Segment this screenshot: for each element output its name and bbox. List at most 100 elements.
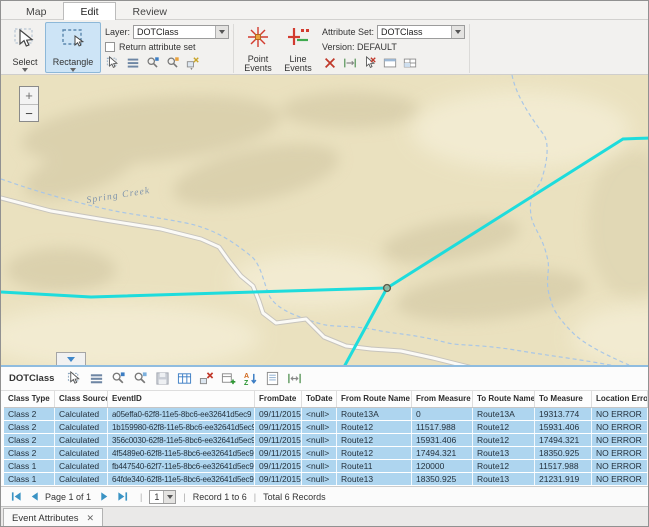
table-cell: 17494.321 [412,447,473,459]
switch-table-icon[interactable] [174,369,194,389]
zoom-in-button[interactable]: + [20,87,38,104]
zoom-out-button[interactable]: − [20,104,38,121]
chevron-down-icon [70,68,76,72]
table-row[interactable]: Class 2Calculated1b159980-62f8-11e5-8bc6… [4,421,649,434]
table-cell: Class 2 [4,434,55,446]
table-cell: NO ERROR [592,447,648,459]
chevron-down-icon [163,491,175,503]
table-cell: Route11 [337,460,412,472]
delete-event-icon[interactable] [322,55,338,71]
total-records-label: Total 6 Records [263,492,326,502]
return-attribute-set-checkbox[interactable] [105,42,115,52]
sort-icon[interactable]: AZ [240,369,260,389]
ribbon-tab-map[interactable]: Map [9,2,63,20]
column-header[interactable]: Class Source [55,391,108,407]
column-header[interactable]: Location Error [592,391,648,407]
table-cell: Route12 [473,421,535,433]
table-row[interactable]: Class 2Calculated4f5489e0-62f8-11e5-8bc6… [4,447,649,460]
chevron-down-icon[interactable] [451,26,464,38]
table-cell: 09/11/2015 [255,460,302,472]
table-cell: 15931.406 [535,421,592,433]
column-header[interactable]: ToDate [302,391,337,407]
column-header[interactable]: Class Type [4,391,55,407]
layer-value: DOTClass [134,27,215,37]
selection-list-icon[interactable] [125,55,141,71]
table-cell: 09/11/2015 [255,421,302,433]
line-events-icon [286,25,310,54]
layer-combobox[interactable]: DOTClass [133,25,229,39]
attribute-set-combobox[interactable]: DOTClass [377,25,465,39]
column-header[interactable]: EventID [108,391,255,407]
table-cell: 18350.925 [535,447,592,459]
table-pager: Page 1 of 1 | 1 | Record 1 to 6 | Total … [1,486,649,506]
next-page-button[interactable] [97,491,111,503]
column-header[interactable]: FromDate [255,391,302,407]
pan-to-selected-icon[interactable] [130,369,150,389]
tab-event-attributes[interactable]: Event Attributes ✕ [3,508,103,527]
panel-collapse-button[interactable] [56,352,86,365]
table-row[interactable]: Class 2Calculateda05effa0-62f8-11e5-8bc6… [4,408,649,421]
last-page-button[interactable] [115,491,129,503]
table-row[interactable]: Class 2Calculated356c0030-62f8-11e5-8bc6… [4,434,649,447]
clear-table-selection-icon[interactable] [196,369,216,389]
select-button[interactable]: Select [5,22,45,73]
table-cell: 120000 [412,460,473,472]
collapse-arrow-icon [67,357,75,362]
column-header[interactable]: From Measure [412,391,473,407]
table-row[interactable]: Class 1Calculatedfb447540-62f7-11e5-8bc6… [4,460,649,473]
ribbon-tab-review[interactable]: Review [116,2,184,20]
table-cell: Class 2 [4,408,55,420]
record-range-label: Record 1 to 6 [193,492,247,502]
event-grid-icon[interactable] [402,55,418,71]
ribbon-toolbar: Select Rectangle Layer: DOTClass [1,20,648,74]
table-cell: 17494.321 [535,434,592,446]
table-cell: Route12 [337,434,412,446]
tab-event-attributes-label: Event Attributes [12,513,79,524]
page-number-value: 1 [150,492,163,502]
column-header[interactable]: To Route Name [473,391,535,407]
attribute-window-icon[interactable] [382,55,398,71]
table-cell: Route12 [473,434,535,446]
select-event-icon[interactable] [362,55,378,71]
table-cell: fb447540-62f7-11e5-8bc6-ee32641d5ec9 [108,460,255,472]
table-cell: Class 2 [4,421,55,433]
select-features-icon[interactable] [105,55,121,71]
edit-events-group: Point Events Line Events Attribute Set: … [238,22,465,74]
line-events-button[interactable]: Line Events [278,22,318,74]
table-cell: <null> [302,460,337,472]
point-events-icon [246,25,270,54]
table-cell: Class 1 [4,460,55,472]
ribbon-tab-edit[interactable]: Edit [63,2,115,20]
select-tool-icon[interactable] [64,369,84,389]
pan-to-selection-icon[interactable] [165,55,181,71]
page-number-dropdown[interactable]: 1 [149,490,176,504]
clear-selection-icon[interactable] [185,55,201,71]
column-header[interactable]: To Measure [535,391,592,407]
table-cell: 0 [412,408,473,420]
previous-page-button[interactable] [27,491,41,503]
map-canvas[interactable]: Spring Creek + − [1,75,649,365]
layer-label: Layer: [105,27,130,37]
table-cell: NO ERROR [592,421,648,433]
event-measures-icon[interactable] [342,55,358,71]
table-cell: Route13 [473,447,535,459]
select-button-label: Select [12,57,37,67]
group-divider [233,24,234,73]
chevron-down-icon[interactable] [215,26,228,38]
table-row[interactable]: Class 1Calculated64fde340-62f8-11e5-8bc6… [4,473,649,486]
point-events-button[interactable]: Point Events [238,22,278,74]
first-page-button[interactable] [9,491,23,503]
append-record-icon[interactable] [218,369,238,389]
table-cell: <null> [302,434,337,446]
close-icon[interactable]: ✕ [87,514,95,523]
return-attribute-set-label: Return attribute set [119,42,196,52]
column-header[interactable]: From Route Name [337,391,412,407]
record-measures-icon[interactable] [284,369,304,389]
zoom-to-selected-icon[interactable] [108,369,128,389]
rectangle-button[interactable]: Rectangle [45,22,101,73]
zoom-to-selection-icon[interactable] [145,55,161,71]
form-view-icon[interactable] [262,369,282,389]
table-cell: a05effa0-62f8-11e5-8bc6-ee32641d5ec9 [108,408,255,420]
menu-icon[interactable] [86,369,106,389]
save-icon[interactable] [152,369,172,389]
